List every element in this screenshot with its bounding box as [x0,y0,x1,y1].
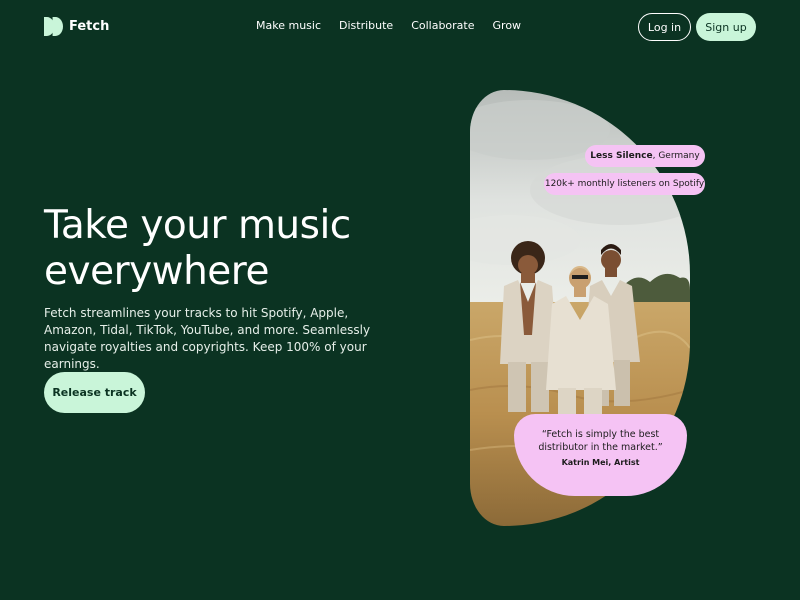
monthly-listeners-pill: 120k+ monthly listeners on Spotify [544,173,705,195]
artist-name-pill: Less Silence, Germany [585,145,705,167]
nav-link-distribute[interactable]: Distribute [339,19,393,32]
artist-location: , Germany [652,151,700,161]
login-button[interactable]: Log in [638,13,691,41]
testimonial-author: Katrin Mei, Artist [561,458,640,467]
artist-name: Less Silence [590,151,653,161]
nav-links: Make music Distribute Collaborate Grow [256,19,521,32]
brand-logo[interactable]: Fetch [44,17,109,36]
nav-link-make-music[interactable]: Make music [256,19,321,32]
double-d-logo-icon [44,17,63,36]
hero-title-line-2: everywhere [44,249,269,294]
hero-title: Take your music everywhere [44,203,444,295]
nav-link-grow[interactable]: Grow [493,19,522,32]
nav-link-collaborate[interactable]: Collaborate [411,19,474,32]
testimonial-quote: “Fetch is simply the best distributor in… [538,429,663,453]
testimonial-card: “Fetch is simply the best distributor in… [514,414,687,496]
brand-name: Fetch [69,19,110,34]
signup-button[interactable]: Sign up [696,13,756,41]
release-track-button[interactable]: Release track [44,372,145,413]
hero-title-line-1: Take your music [44,203,351,248]
hero-description: Fetch streamlines your tracks to hit Spo… [44,306,371,371]
top-navigation: Fetch Make music Distribute Collaborate … [0,0,800,54]
